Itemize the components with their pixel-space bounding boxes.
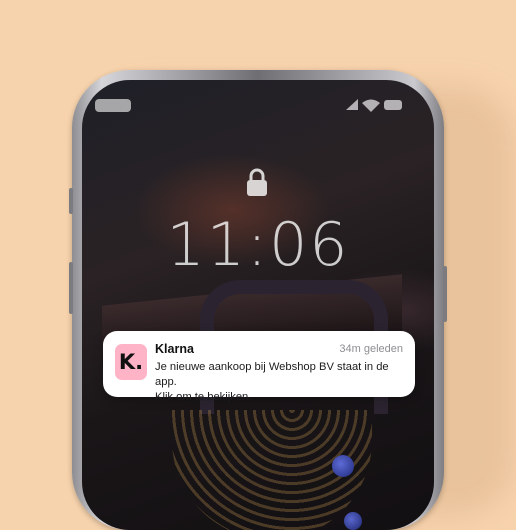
wifi-icon bbox=[362, 99, 380, 112]
signal-icon bbox=[346, 99, 358, 110]
klarna-app-icon: K. bbox=[115, 344, 147, 380]
action-button[interactable] bbox=[69, 188, 73, 214]
side-button[interactable] bbox=[443, 266, 447, 322]
notification-timestamp: 34m geleden bbox=[339, 343, 403, 355]
lock-icon bbox=[244, 167, 270, 197]
wallpaper-gem bbox=[332, 455, 354, 477]
notification-message-line: Klik om te bekijken. bbox=[155, 391, 252, 403]
dynamic-island-left bbox=[95, 99, 131, 112]
notification-card[interactable]: K. Klarna 34m geleden Je nieuwe aankoop … bbox=[103, 331, 415, 403]
wallpaper-gem bbox=[344, 512, 362, 530]
status-icons bbox=[344, 97, 404, 113]
notification-message: Je nieuwe aankoop bij Webshop BV staat i… bbox=[155, 360, 407, 405]
battery-icon bbox=[384, 100, 402, 110]
klarna-logo-icon: K. bbox=[118, 350, 144, 374]
notification-app-name: Klarna bbox=[155, 342, 194, 356]
volume-button[interactable] bbox=[69, 262, 73, 314]
lock-screen-time: 11:06 bbox=[166, 210, 350, 280]
notification-message-line: Je nieuwe aankoop bij Webshop BV staat i… bbox=[155, 361, 389, 388]
lock-screen: 11:06 K. Klarna 34m geleden Je nieuwe aa… bbox=[82, 80, 434, 530]
